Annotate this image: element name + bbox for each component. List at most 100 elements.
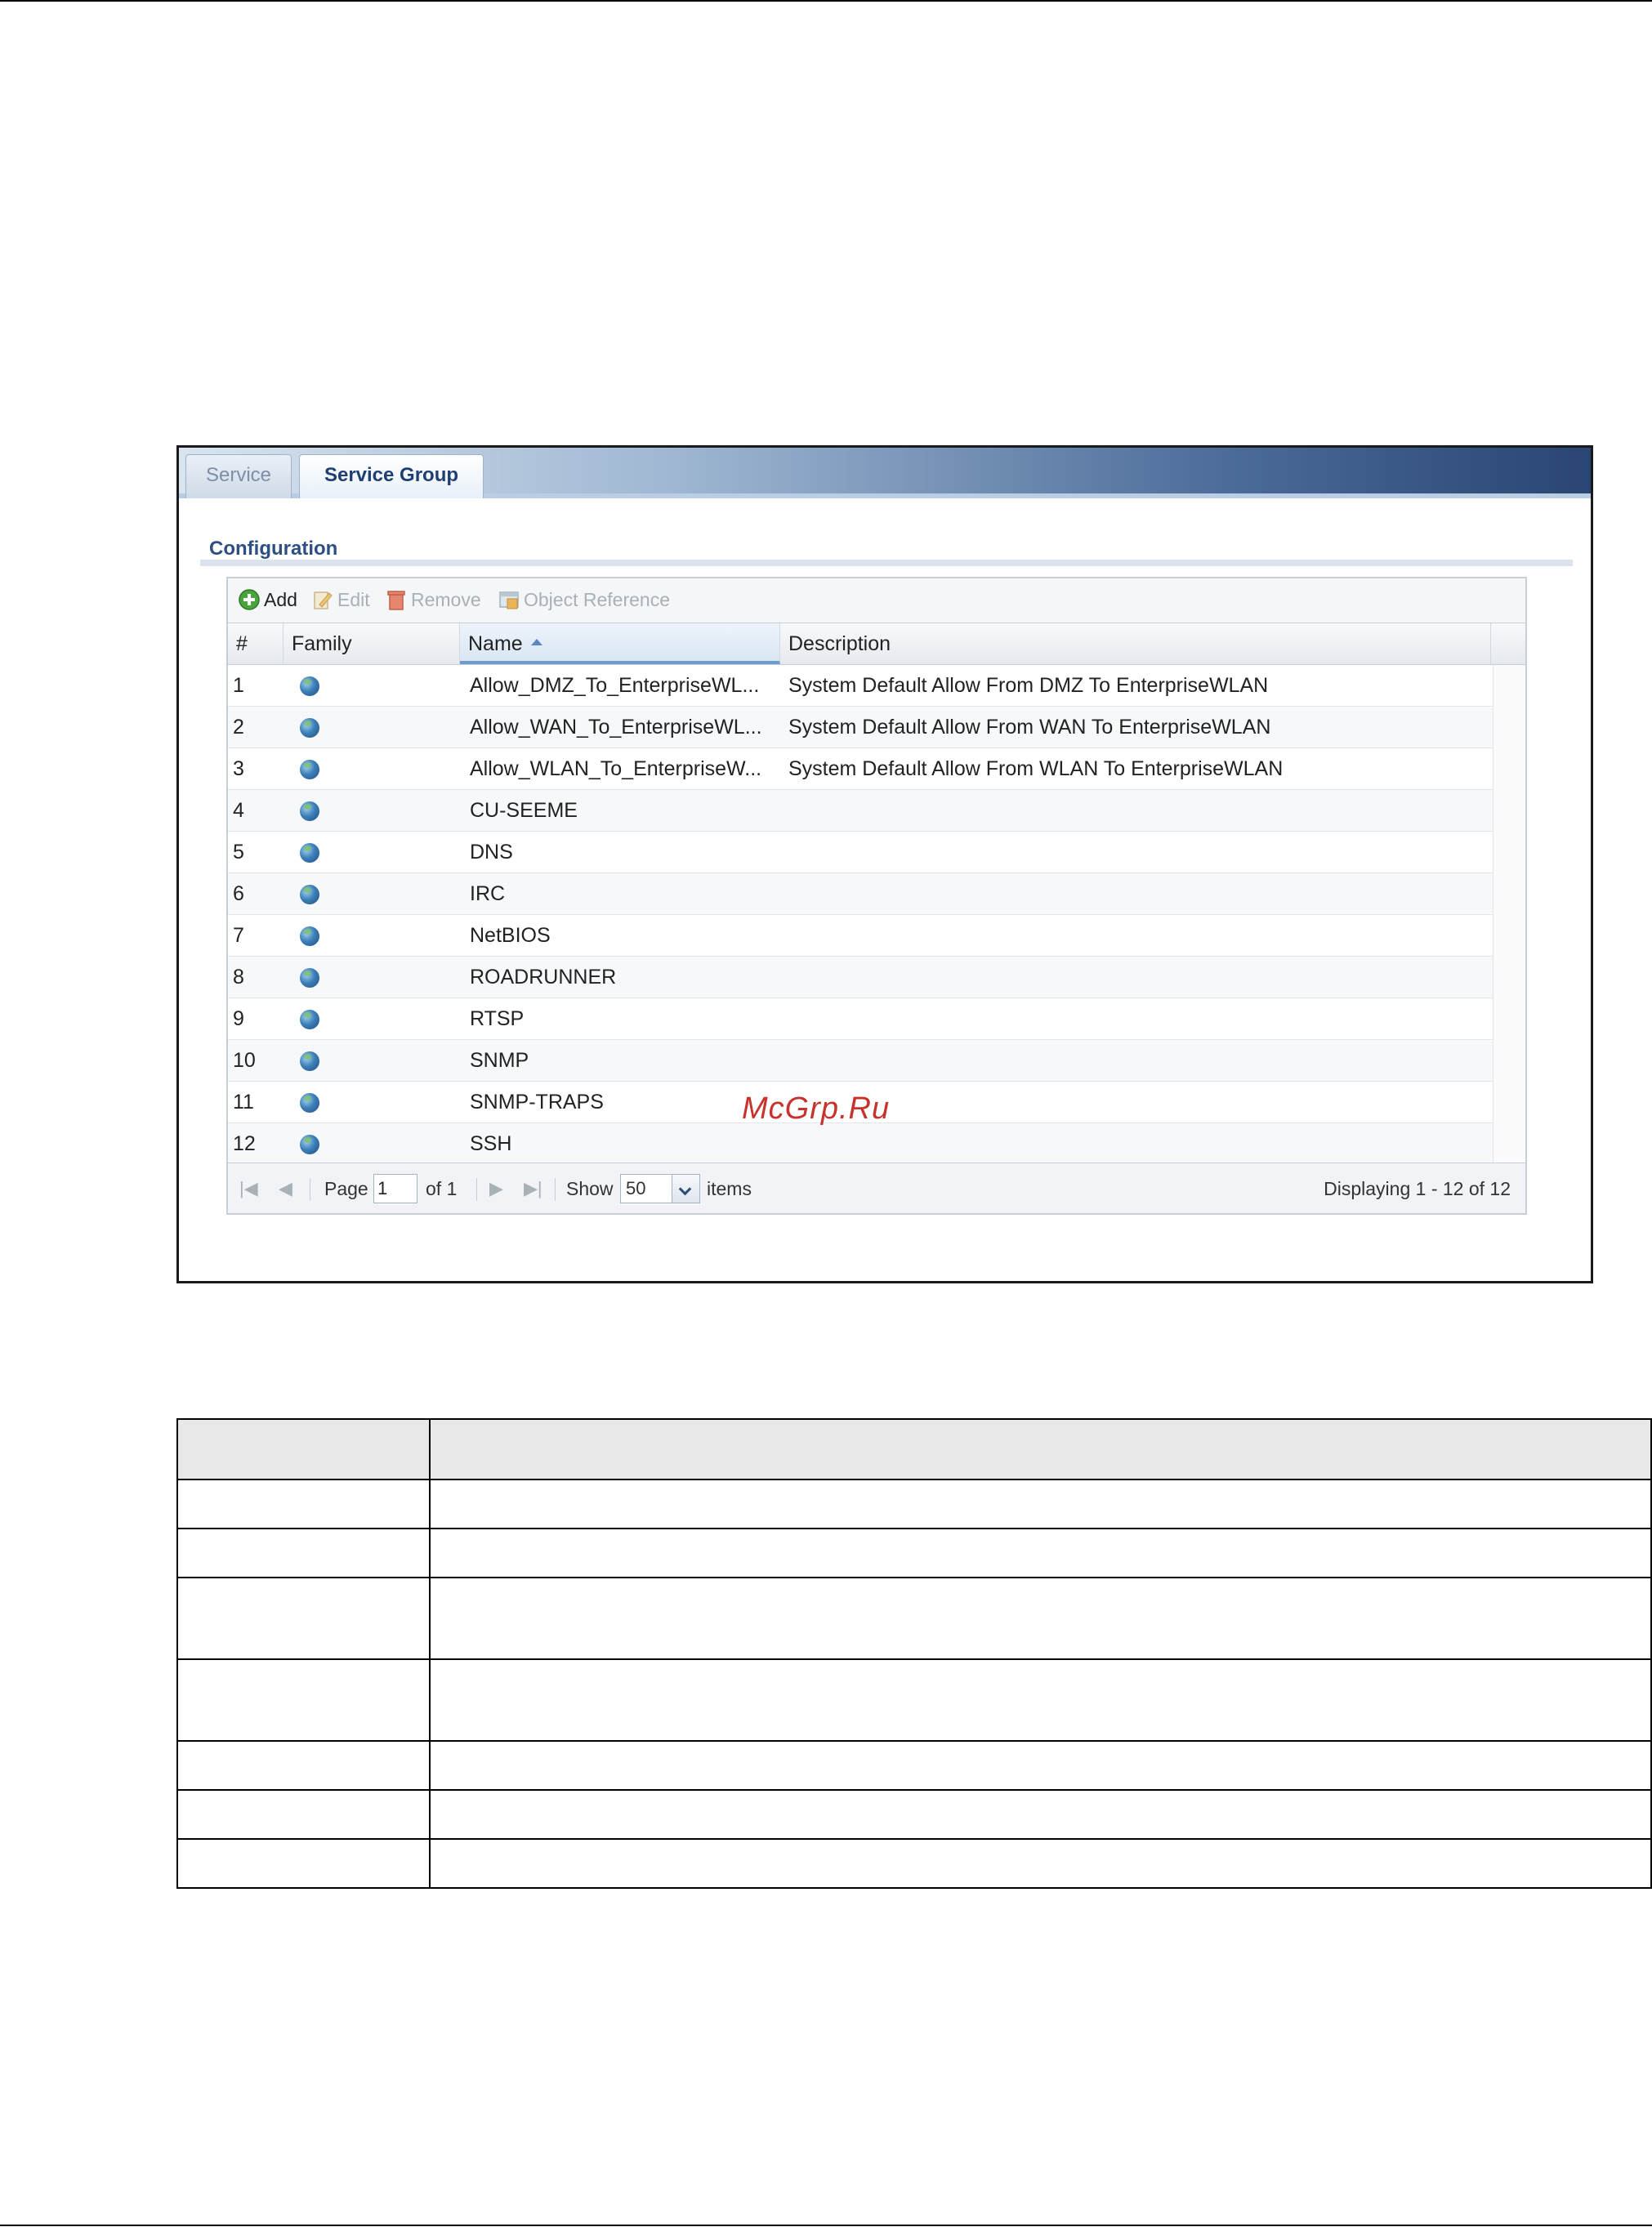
- table-body: 1 Allow_DMZ_To_EnterpriseWL... System De…: [228, 665, 1493, 1165]
- remove-label: Remove: [411, 588, 481, 610]
- chevron-down-icon[interactable]: [672, 1175, 699, 1203]
- pager-divider: [476, 1178, 477, 1201]
- description-table-row: [176, 1658, 1652, 1742]
- description-table-cell: [176, 1789, 431, 1840]
- row-name: SSH: [470, 1132, 512, 1155]
- globe-icon: [300, 1093, 319, 1113]
- previous-page-icon[interactable]: ◀: [279, 1163, 292, 1214]
- row-family: [300, 748, 333, 789]
- row-name: Allow_DMZ_To_EnterpriseWL...: [470, 674, 760, 697]
- globe-icon: [300, 718, 319, 738]
- table-row[interactable]: 10 SNMP: [228, 1040, 1493, 1082]
- row-description: [788, 998, 1491, 1039]
- bottom-rule: [0, 2225, 1652, 2226]
- description-table-row: [176, 1577, 1652, 1660]
- row-name: Allow_WLAN_To_EnterpriseW...: [470, 757, 762, 780]
- row-name: RTSP: [470, 1007, 525, 1030]
- row-description: [788, 915, 1491, 956]
- description-table-cell: [429, 1838, 1652, 1889]
- globe-icon: [300, 885, 319, 904]
- section-divider: [200, 560, 1573, 566]
- row-name: NetBIOS: [470, 924, 551, 947]
- column-header-description[interactable]: Description: [780, 623, 1491, 664]
- edit-label: Edit: [337, 588, 370, 610]
- globe-icon: [300, 801, 319, 821]
- description-table-cell: [176, 1838, 431, 1889]
- row-description: [788, 1123, 1491, 1164]
- screenshot-frame: Service Service Group Configuration Add …: [176, 445, 1593, 1283]
- page-size-select[interactable]: 50: [620, 1174, 700, 1203]
- row-description: [788, 873, 1491, 914]
- row-family: [300, 707, 333, 748]
- add-button[interactable]: Add: [238, 587, 297, 613]
- tab-service-group[interactable]: Service Group: [299, 454, 484, 498]
- column-header-family[interactable]: Family: [284, 623, 460, 664]
- row-number: 7: [233, 924, 244, 947]
- row-number: 2: [233, 716, 244, 739]
- row-number: 9: [233, 1007, 244, 1030]
- add-label: Add: [264, 588, 297, 610]
- row-family: [300, 998, 333, 1039]
- globe-icon: [300, 676, 319, 696]
- table-row[interactable]: 9 RTSP: [228, 998, 1493, 1040]
- row-family: [300, 1082, 333, 1122]
- row-name: CU-SEEME: [470, 799, 578, 822]
- column-header-number[interactable]: #: [228, 623, 284, 664]
- object-reference-label: Object Reference: [524, 588, 670, 610]
- page-size-value: 50: [626, 1178, 646, 1198]
- row-description: [788, 957, 1491, 997]
- page-number-input[interactable]: [373, 1174, 417, 1203]
- globe-icon: [300, 843, 319, 863]
- row-description: [788, 790, 1491, 831]
- description-table-header-cell: [429, 1418, 1652, 1480]
- row-name: ROADRUNNER: [470, 966, 617, 989]
- row-description: System Default Allow From WAN To Enterpr…: [788, 716, 1271, 739]
- table-row[interactable]: 8 ROADRUNNER: [228, 957, 1493, 998]
- description-table-cell: [176, 1658, 431, 1742]
- row-number: 3: [233, 757, 244, 780]
- pagination-bar: |◀ ◀ Page of 1 ▶ ▶| Show 50 items Displa…: [228, 1163, 1525, 1213]
- watermark: McGrp.Ru: [742, 1091, 891, 1126]
- row-number: 10: [233, 1049, 256, 1072]
- object-reference-button[interactable]: Object Reference: [498, 587, 670, 613]
- table-row[interactable]: 5 DNS: [228, 832, 1493, 873]
- description-table-cell: [429, 1740, 1652, 1791]
- last-page-icon[interactable]: ▶|: [524, 1163, 542, 1214]
- table-row[interactable]: 7 NetBIOS: [228, 915, 1493, 957]
- scrollbar-track[interactable]: [1493, 665, 1525, 1163]
- edit-button[interactable]: Edit: [311, 587, 370, 613]
- description-table-cell: [176, 1740, 431, 1791]
- table-row[interactable]: 6 IRC: [228, 873, 1493, 915]
- object-reference-icon: [499, 591, 519, 609]
- table-row[interactable]: 2 Allow_WAN_To_EnterpriseWL... System De…: [228, 707, 1493, 748]
- description-table-header-cell: [176, 1418, 431, 1480]
- table-row[interactable]: 3 Allow_WLAN_To_EnterpriseW... System De…: [228, 748, 1493, 790]
- table-row[interactable]: 1 Allow_DMZ_To_EnterpriseWL... System De…: [228, 665, 1493, 707]
- remove-button[interactable]: Remove: [385, 587, 481, 613]
- row-number: 5: [233, 841, 244, 864]
- description-table-cell: [429, 1479, 1652, 1529]
- row-family: [300, 957, 333, 997]
- table-row[interactable]: 12 SSH: [228, 1123, 1493, 1165]
- table-row[interactable]: 4 CU-SEEME: [228, 790, 1493, 832]
- row-number: 4: [233, 799, 244, 822]
- items-label: items: [707, 1178, 752, 1199]
- row-number: 12: [233, 1132, 256, 1155]
- row-family: [300, 915, 333, 956]
- row-name: Allow_WAN_To_EnterpriseWL...: [470, 716, 762, 739]
- globe-icon: [300, 760, 319, 779]
- row-family: [300, 1040, 333, 1081]
- toolbar: Add Edit Remove Object Reference: [228, 578, 1525, 623]
- column-header-name[interactable]: Name: [460, 623, 780, 664]
- tab-service[interactable]: Service: [185, 454, 292, 498]
- description-table-cell: [176, 1528, 431, 1578]
- row-description: System Default Allow From WLAN To Enterp…: [788, 757, 1284, 780]
- edit-icon: [314, 591, 333, 609]
- description-table-row: [176, 1528, 1652, 1578]
- row-description: System Default Allow From DMZ To Enterpr…: [788, 674, 1269, 697]
- description-table-header-row: [176, 1418, 1652, 1480]
- first-page-icon[interactable]: |◀: [239, 1163, 258, 1214]
- row-description: [788, 832, 1491, 873]
- next-page-icon[interactable]: ▶: [489, 1163, 503, 1214]
- page-label: Page: [324, 1178, 368, 1199]
